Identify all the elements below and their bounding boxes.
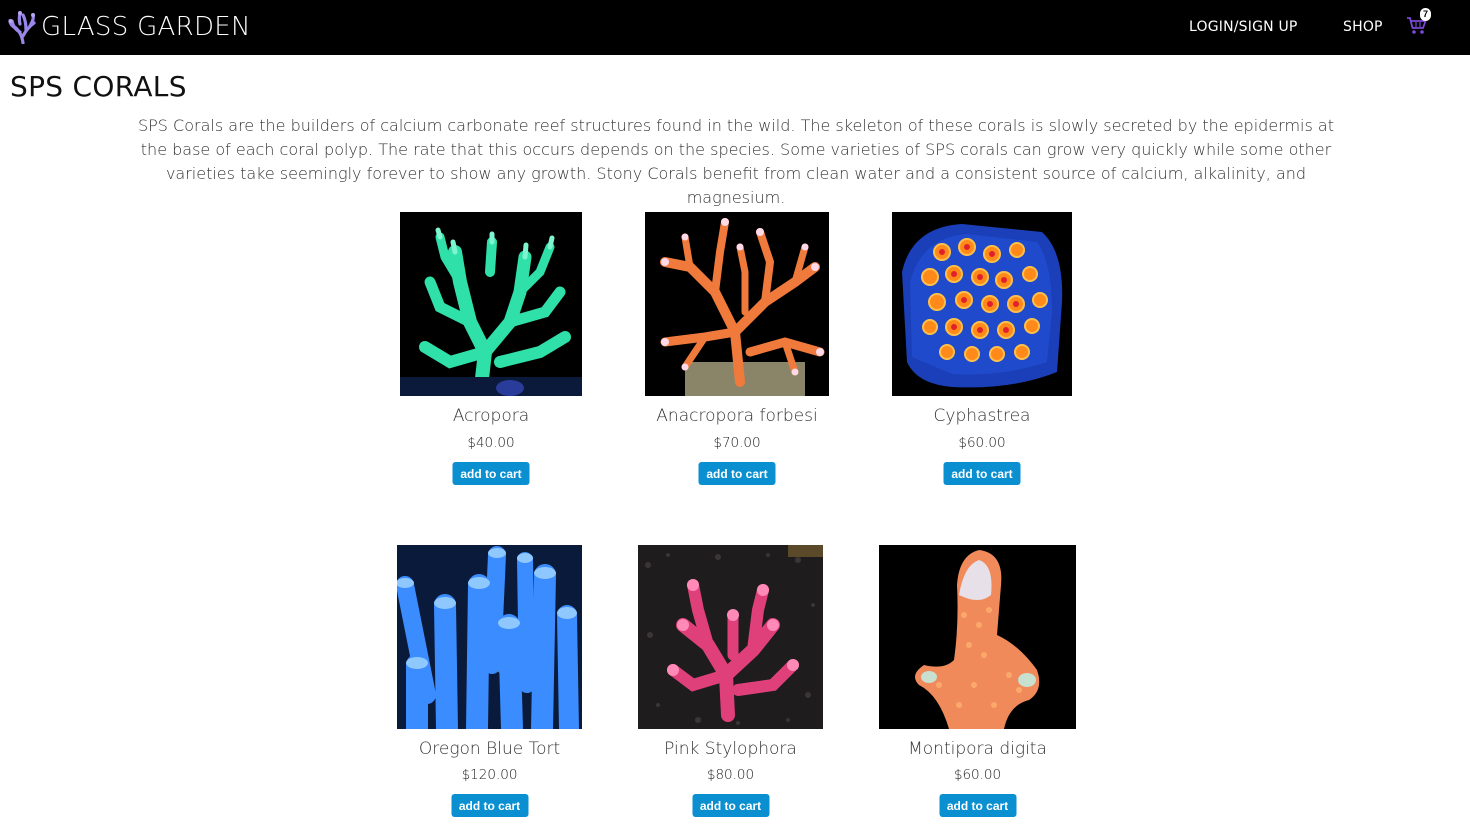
add-to-cart-button[interactable]: add to cart xyxy=(943,462,1021,485)
shop-link[interactable]: SHOP xyxy=(1343,19,1383,35)
add-to-cart-button[interactable]: add to cart xyxy=(692,794,769,817)
product-image[interactable] xyxy=(400,212,582,396)
product-name: Pink Stylophora xyxy=(664,739,797,759)
product-card: Pink Stylophora $80.00 add to cart xyxy=(638,545,823,820)
product-name: Acropora xyxy=(452,406,530,426)
product-price: $70.00 xyxy=(713,435,761,451)
coral-photo-pink-stylophora xyxy=(638,545,823,729)
product-price: $80.00 xyxy=(706,767,755,783)
product-price: $60.00 xyxy=(953,767,1002,783)
add-to-cart-button[interactable]: add to cart xyxy=(452,462,530,485)
navbar: GLASS GARDEN LOGIN/SIGN UP SHOP 7 xyxy=(0,0,1470,55)
brand-name: GLASS GARDEN xyxy=(41,12,251,42)
product-image[interactable] xyxy=(879,545,1076,729)
coral-photo-anacropora xyxy=(645,212,829,396)
login-signup-link[interactable]: LOGIN/SIGN UP xyxy=(1189,19,1298,35)
product-card: Acropora $40.00 add to cart xyxy=(400,212,582,487)
add-to-cart-button[interactable]: add to cart xyxy=(451,794,528,817)
coral-photo-oregon-blue-tort xyxy=(397,545,582,729)
product-image[interactable] xyxy=(645,212,829,396)
product-card: Cyphastrea $60.00 add to cart xyxy=(892,212,1072,487)
product-card: Montipora digita $60.00 add to cart xyxy=(879,545,1076,820)
product-name: Cyphastrea xyxy=(933,406,1031,426)
product-name: Anacropora forbesi xyxy=(656,406,818,426)
add-to-cart-button[interactable]: add to cart xyxy=(939,794,1016,817)
coral-photo-montipora-digita xyxy=(879,545,1076,729)
coral-logo-icon xyxy=(8,11,36,44)
cart-count-badge: 7 xyxy=(1420,8,1431,21)
product-image[interactable] xyxy=(638,545,823,729)
product-name: Oregon Blue Tort xyxy=(418,739,561,759)
product-price: $120.00 xyxy=(461,767,518,783)
add-to-cart-button[interactable]: add to cart xyxy=(698,462,776,485)
product-image[interactable] xyxy=(397,545,582,729)
brand-home-link[interactable]: GLASS GARDEN xyxy=(8,10,251,44)
product-image[interactable] xyxy=(892,212,1072,396)
product-price: $60.00 xyxy=(958,435,1006,451)
coral-photo-cyphastrea xyxy=(892,212,1072,396)
product-name: Montipora digita xyxy=(908,739,1047,759)
product-price: $40.00 xyxy=(467,435,515,451)
product-card: Oregon Blue Tort $120.00 add to cart xyxy=(397,545,582,820)
category-description: SPS Corals are the builders of calcium c… xyxy=(138,116,1334,207)
product-card: Anacropora forbesi $70.00 add to cart xyxy=(645,212,829,487)
cart-button[interactable]: 7 xyxy=(1406,8,1436,38)
page-title: SPS CORALS xyxy=(10,70,187,103)
coral-photo-acropora xyxy=(400,212,582,396)
